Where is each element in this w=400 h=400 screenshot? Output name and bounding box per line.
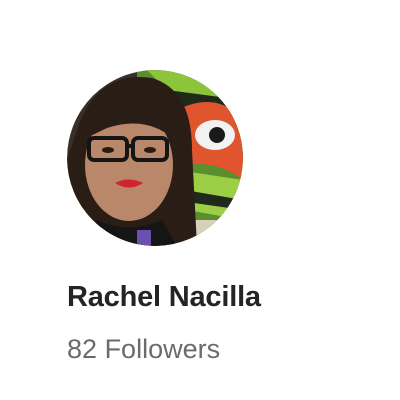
- followers-count-link[interactable]: 82 Followers: [67, 334, 220, 365]
- followers-count: 82: [67, 334, 98, 364]
- avatar-photo-icon: [67, 70, 243, 246]
- avatar[interactable]: [67, 70, 243, 246]
- author-profile-card: Rachel Nacilla 82 Followers: [0, 0, 400, 400]
- profile-name: Rachel Nacilla: [67, 281, 261, 313]
- followers-separator: [97, 334, 105, 364]
- followers-label: Followers: [104, 334, 221, 364]
